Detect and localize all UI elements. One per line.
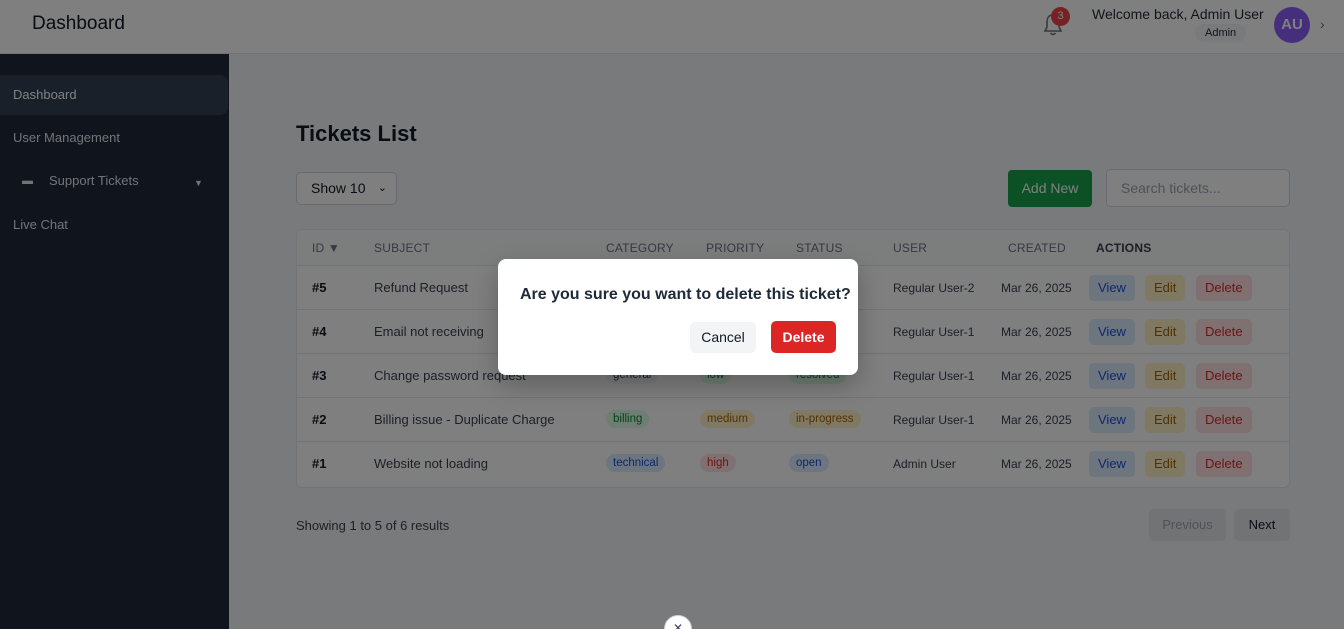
confirm-delete-button[interactable]: Delete [771,321,836,353]
dialog-message: Are you sure you want to delete this tic… [520,286,851,303]
cancel-button[interactable]: Cancel [690,322,756,353]
delete-confirm-dialog: Are you sure you want to delete this tic… [498,259,858,375]
